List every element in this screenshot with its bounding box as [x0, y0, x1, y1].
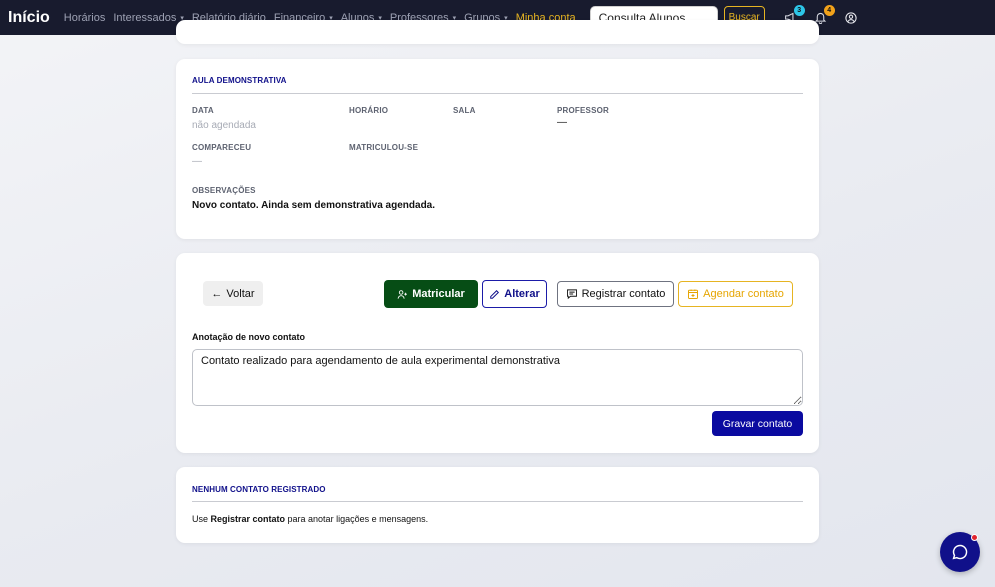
pencil-icon	[490, 289, 500, 299]
announcements-badge: 3	[793, 4, 805, 16]
aula-demonstrativa-card: AULA DEMONSTRATIVA DATA não agendada HOR…	[176, 59, 819, 239]
gravar-contato-button[interactable]: Gravar contato	[712, 411, 803, 436]
unread-dot	[971, 534, 978, 541]
previous-card	[176, 20, 819, 44]
registrar-contato-button[interactable]: Registrar contato	[557, 281, 674, 307]
voltar-label: Voltar	[226, 287, 255, 300]
agendar-label: Agendar contato	[703, 288, 784, 300]
contatos-section-title: NENHUM CONTATO REGISTRADO	[192, 485, 326, 494]
voltar-button[interactable]: ← Voltar	[203, 281, 263, 306]
chat-bubble-icon	[952, 544, 968, 560]
notifications-badge: 4	[823, 4, 835, 16]
professor-label: PROFESSOR	[557, 106, 610, 115]
contatos-card: NENHUM CONTATO REGISTRADO Use Registrar …	[176, 467, 819, 543]
nav-item-label: Horários	[63, 11, 106, 24]
help-suffix: para anotar ligações e mensagens.	[285, 514, 429, 524]
matriculou-label: MATRICULOU-SE	[349, 143, 419, 152]
anotacao-textarea[interactable]: Contato realizado para agendamento de au…	[192, 349, 803, 406]
nav-item-label: Interessados	[113, 11, 177, 24]
compareceu-value: —	[192, 156, 202, 167]
nav-item-interessados[interactable]: Interessados ▾	[113, 12, 184, 24]
horario-label: HORÁRIO	[349, 106, 389, 115]
nav-item-horários[interactable]: Horários	[64, 12, 106, 24]
registrar-label: Registrar contato	[581, 288, 666, 300]
agendar-contato-button[interactable]: Agendar contato	[678, 281, 793, 307]
user-add-icon	[397, 289, 408, 299]
arrow-left-icon: ←	[211, 287, 223, 300]
observacoes-value: Novo contato. Ainda sem demonstrativa ag…	[192, 200, 436, 211]
data-value: não agendada	[192, 120, 256, 131]
brand-home-link[interactable]: Início	[8, 9, 50, 27]
user-menu-button[interactable]	[843, 10, 859, 26]
matricular-label: Matricular	[412, 288, 465, 300]
aula-section-title: AULA DEMONSTRATIVA	[192, 76, 287, 85]
alterar-button[interactable]: Alterar	[482, 280, 547, 308]
chat-button[interactable]	[940, 532, 980, 572]
message-square-icon	[566, 289, 577, 300]
alterar-label: Alterar	[504, 288, 540, 300]
help-prefix: Use	[192, 514, 211, 524]
help-bold: Registrar contato	[210, 514, 286, 524]
actions-card: ← Voltar Matricular Alterar Registrar co…	[176, 253, 819, 453]
sala-label: SALA	[453, 106, 476, 115]
data-label: DATA	[192, 106, 214, 115]
contatos-help-text: Use Registrar contato para anotar ligaçõ…	[192, 514, 428, 524]
calendar-plus-icon	[688, 289, 699, 299]
section-divider	[192, 501, 803, 502]
compareceu-label: COMPARECEU	[192, 143, 252, 152]
anotacao-label: Anotação de novo contato	[192, 332, 306, 342]
user-circle-icon	[845, 11, 857, 24]
section-divider	[192, 93, 803, 94]
matricular-button[interactable]: Matricular	[384, 280, 478, 308]
observacoes-label: OBSERVAÇÕES	[192, 186, 256, 195]
professor-value: —	[557, 117, 567, 128]
